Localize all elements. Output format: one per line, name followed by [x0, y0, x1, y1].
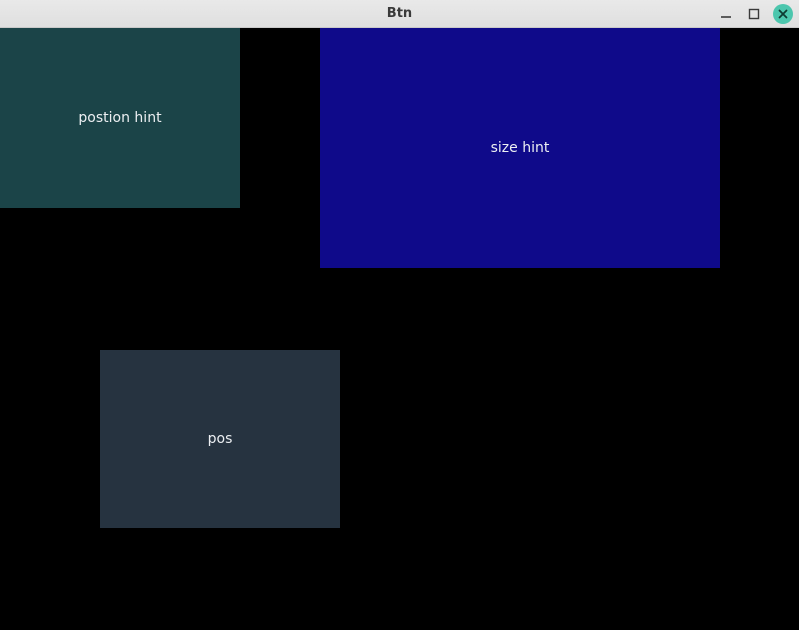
size-hint-button[interactable]: size hint: [320, 28, 720, 268]
maximize-icon: [748, 8, 760, 20]
size-hint-label: size hint: [491, 140, 550, 156]
minimize-button[interactable]: [717, 5, 735, 23]
window-title: Btn: [0, 6, 799, 21]
maximize-button[interactable]: [745, 5, 763, 23]
close-button[interactable]: [773, 4, 793, 24]
app-window: Btn postion hint: [0, 0, 799, 630]
pos-button[interactable]: pos: [100, 350, 340, 528]
position-hint-label: postion hint: [78, 110, 161, 126]
window-controls: [717, 0, 793, 27]
close-icon: [778, 9, 788, 19]
pos-label: pos: [208, 431, 233, 447]
minimize-icon: [720, 8, 732, 20]
client-area: postion hint size hint pos: [0, 28, 799, 630]
position-hint-button[interactable]: postion hint: [0, 28, 240, 208]
titlebar: Btn: [0, 0, 799, 28]
